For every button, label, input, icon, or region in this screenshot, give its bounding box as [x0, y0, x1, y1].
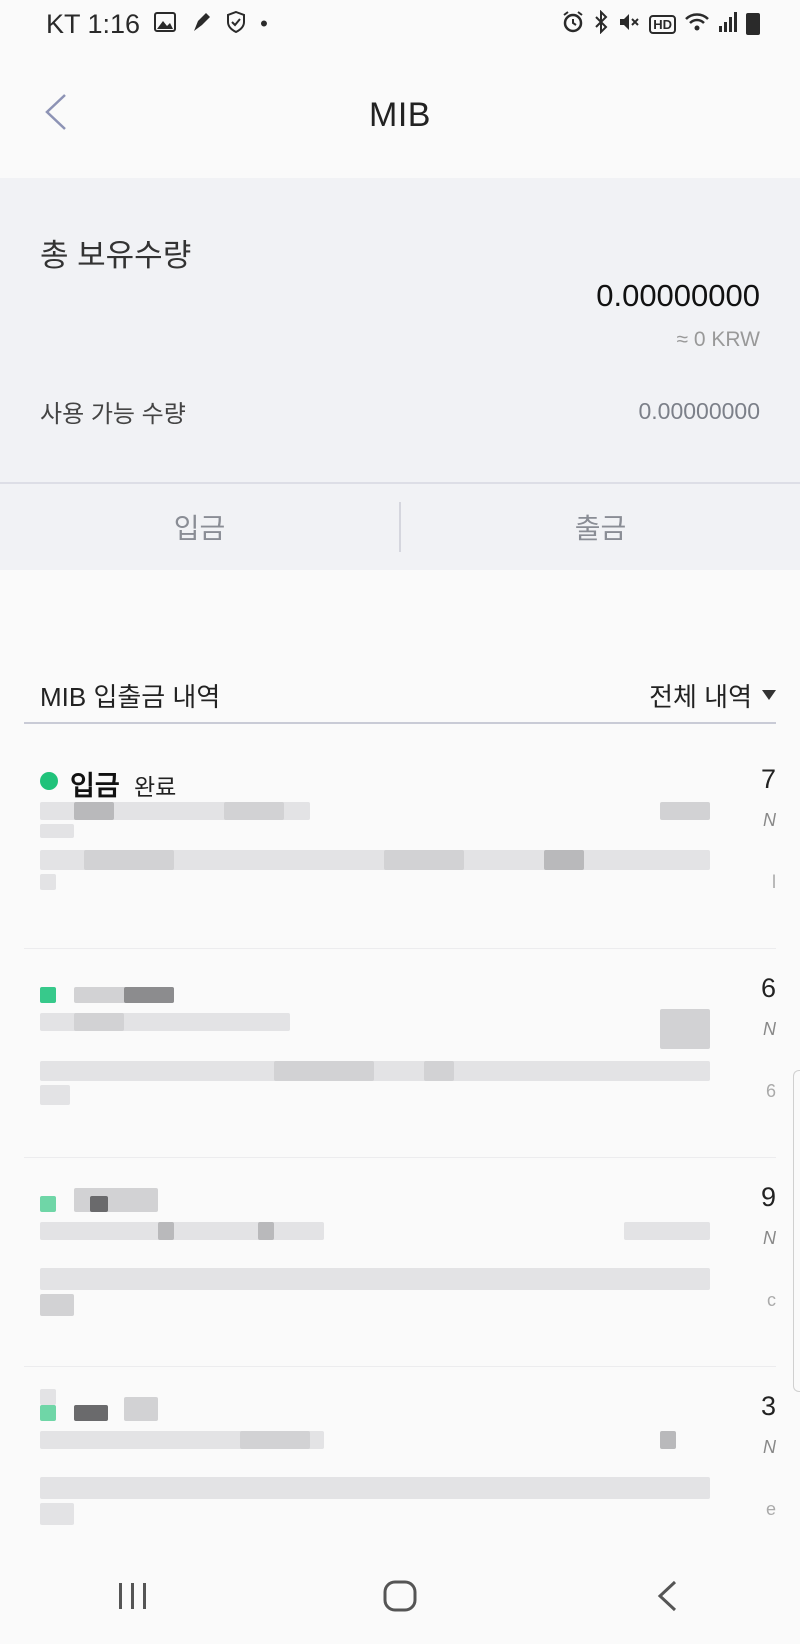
carrier-time: KT 1:16: [46, 8, 141, 39]
deposit-button[interactable]: 입금: [0, 484, 399, 570]
status-bar-right: HD: [561, 9, 760, 38]
redacted-block: [544, 850, 584, 870]
status-bar-left: KT 1:16 •: [46, 9, 268, 40]
redacted-block: [74, 1188, 158, 1212]
redacted-block: [424, 1061, 454, 1081]
redacted-block: [40, 1389, 56, 1405]
history-filter-label: 전체 내역: [649, 681, 752, 712]
transaction-amount: 3: [760, 1391, 776, 1421]
transaction-extra: l: [772, 872, 776, 892]
redacted-block: [90, 1196, 108, 1212]
redacted-block: [40, 824, 74, 838]
redacted-block: [84, 850, 174, 870]
redacted-block: [74, 1405, 108, 1421]
redacted-block: [74, 802, 114, 820]
signal-icon: [718, 11, 738, 37]
total-holdings-label: 총 보유수량: [40, 238, 192, 273]
shield-icon: [226, 10, 246, 37]
transaction-item[interactable]: 3 N e: [24, 1367, 776, 1576]
available-label: 사용 가능 수량: [40, 401, 186, 428]
home-button[interactable]: [355, 1566, 445, 1626]
transaction-currency: N: [763, 1019, 776, 1039]
action-row: 입금 출금: [0, 482, 800, 570]
transaction-item[interactable]: 6 N 6: [24, 949, 776, 1158]
available-value: 0.00000000: [638, 398, 760, 424]
history-filter-dropdown[interactable]: 전체 내역: [649, 677, 776, 714]
system-back-button[interactable]: [622, 1566, 712, 1626]
redacted-block: [74, 1013, 124, 1031]
wifi-icon: [684, 11, 710, 37]
status-dot-icon: [40, 772, 58, 790]
transaction-amount: 6: [760, 973, 776, 1003]
redacted-block: [274, 1061, 374, 1081]
recents-icon: [119, 1583, 147, 1609]
redacted-block: [258, 1222, 274, 1240]
transaction-extra: 6: [765, 1081, 776, 1101]
alarm-icon: [561, 10, 585, 38]
system-nav-bar: [0, 1548, 800, 1644]
redacted-block: [40, 1085, 70, 1105]
status-bar: KT 1:16 • HD: [0, 0, 800, 48]
redacted-block: [40, 1061, 710, 1081]
krw-approx-value: ≈ 0 KRW: [676, 328, 761, 351]
redacted-block: [40, 1268, 710, 1290]
redacted-block: [40, 987, 56, 1003]
redacted-block: [240, 1431, 310, 1449]
pen-icon: [190, 11, 212, 37]
redacted-block: [40, 874, 56, 890]
redacted-block: [660, 1431, 676, 1449]
mute-icon: [617, 10, 641, 38]
transaction-status: 완료: [134, 774, 177, 800]
transaction-extra: c: [767, 1290, 776, 1310]
back-icon: [657, 1580, 676, 1612]
redacted-block: [40, 1222, 324, 1240]
battery-icon: [746, 13, 760, 35]
redacted-block: [124, 987, 174, 1003]
transaction-amount: 7: [760, 764, 776, 794]
transaction-amount: 9: [760, 1182, 776, 1212]
image-icon: [154, 12, 177, 36]
redacted-block: [660, 802, 710, 820]
redacted-block: [40, 1503, 74, 1525]
balance-summary: 총 보유수량 0.00000000 ≈ 0 KRW 사용 가능 수량 0.000…: [0, 178, 800, 482]
redacted-block: [158, 1222, 174, 1240]
transaction-currency: N: [763, 1437, 776, 1457]
redacted-block: [40, 1405, 56, 1421]
recents-button[interactable]: [88, 1566, 178, 1626]
transaction-list: 입금 완료 7 N l 6 N 6 9 N c 3 N e: [24, 740, 776, 1576]
redacted-block: [124, 1397, 158, 1421]
redacted-block: [624, 1222, 710, 1240]
history-title: MIB 입출금 내역: [40, 681, 221, 712]
transaction-extra: e: [765, 1499, 776, 1519]
transaction-currency: N: [763, 810, 776, 830]
history-header: MIB 입출금 내역 전체 내역: [24, 668, 776, 724]
withdraw-button[interactable]: 출금: [401, 484, 800, 570]
bluetooth-icon: [593, 9, 609, 38]
redacted-block: [40, 1477, 710, 1499]
transaction-currency: N: [763, 1228, 776, 1248]
redacted-block: [384, 850, 464, 870]
transaction-item[interactable]: 입금 완료 7 N l: [24, 740, 776, 949]
app-header: MIB: [0, 48, 800, 178]
redacted-block: [40, 1196, 56, 1212]
home-icon: [383, 1580, 417, 1612]
transaction-item[interactable]: 9 N c: [24, 1158, 776, 1367]
hd-icon: HD: [649, 14, 676, 34]
scrollbar-thumb[interactable]: [793, 1070, 800, 1392]
dot-icon: •: [260, 11, 268, 36]
redacted-block: [40, 1294, 74, 1316]
redacted-block: [660, 1009, 710, 1049]
total-amount: 0.00000000: [596, 278, 760, 313]
transaction-type: 입금: [70, 771, 120, 801]
redacted-block: [224, 802, 284, 820]
page-title: MIB: [369, 96, 431, 134]
caret-down-icon: [762, 690, 776, 700]
